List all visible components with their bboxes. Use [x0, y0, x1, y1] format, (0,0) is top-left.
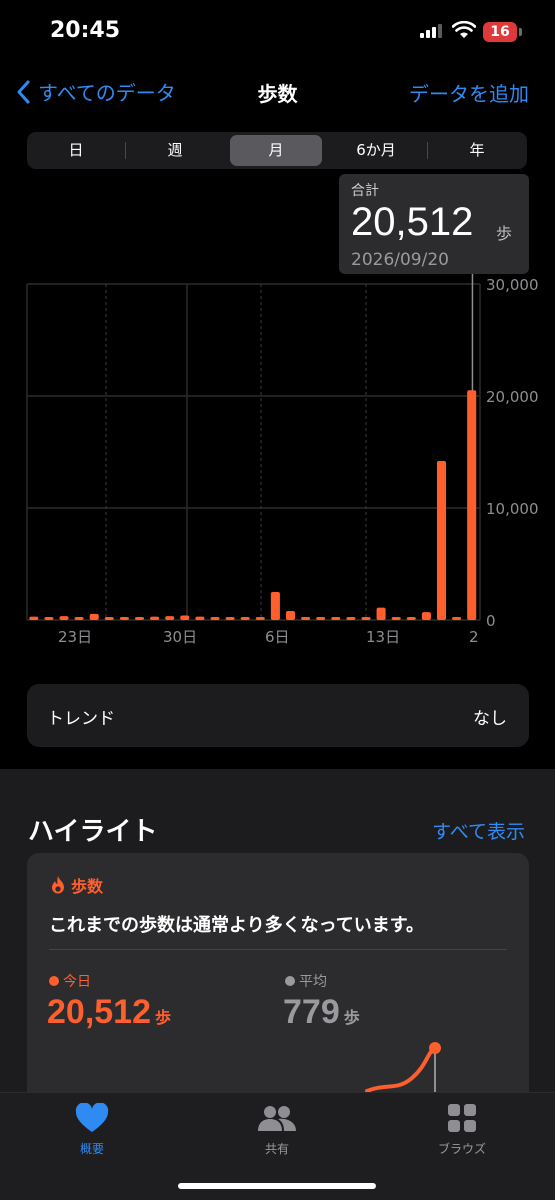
today-value: 20,512: [47, 993, 151, 1031]
chart-bar: [316, 617, 326, 620]
highlights-title: ハイライト: [28, 817, 158, 847]
chart-bar: [301, 617, 311, 620]
chart-bar: [195, 616, 205, 620]
chart-bar: [29, 616, 39, 620]
x-tick-label: 2: [469, 628, 479, 646]
chart-bar: [44, 617, 54, 620]
chart-bar: [74, 617, 84, 620]
navigation-bar: すべてのデータ 歩数 データを追加: [0, 64, 555, 118]
average-label: 平均: [299, 974, 327, 990]
tab-browse-label: ブラウズ: [437, 1142, 486, 1156]
grid-icon: [448, 1104, 476, 1132]
chart-bar: [119, 617, 129, 620]
battery-icon: 16: [483, 22, 517, 42]
highlight-message: これまでの歩数は通常より多くなっています。: [49, 915, 424, 936]
wifi-icon: [452, 21, 476, 38]
segment-year[interactable]: 年: [427, 132, 527, 169]
trend-label: トレンド: [47, 709, 115, 729]
x-tick-label: 23日: [58, 628, 92, 646]
chart-bar: [467, 390, 477, 620]
tooltip-date: 2026/09/20: [351, 250, 449, 270]
average-legend: 平均: [285, 971, 327, 991]
steps-chart[interactable]: 30,000 20,000 10,000 0 23日 30日 6日 13日 2: [0, 270, 555, 660]
tooltip-label: 合計: [351, 183, 379, 199]
segment-month[interactable]: 月: [230, 132, 322, 169]
tab-sharing[interactable]: 共有: [217, 1103, 337, 1157]
chart-bar: [406, 617, 416, 620]
status-time: 20:45: [50, 18, 121, 43]
tooltip-value: 20,512: [351, 200, 474, 244]
chart-bar: [59, 616, 69, 620]
chart-bar: [331, 617, 341, 620]
tab-browse[interactable]: ブラウズ: [402, 1103, 522, 1157]
card-divider: [49, 949, 507, 950]
x-tick-label: 30日: [163, 628, 197, 646]
chart-bar: [391, 617, 401, 620]
cellular-signal-icon: [420, 24, 442, 38]
chart-bar: [346, 617, 356, 620]
flame-icon: [52, 876, 64, 894]
chart-bar: [89, 613, 99, 620]
chart-bar: [270, 592, 280, 620]
segment-week[interactable]: 週: [125, 132, 225, 169]
tab-sharing-label: 共有: [264, 1142, 289, 1156]
battery-cap: [519, 28, 522, 36]
chart-bar: [240, 617, 250, 620]
chart-bar: [452, 617, 462, 620]
chart-bar: [255, 617, 265, 620]
chart-bar: [436, 460, 447, 620]
home-indicator: [178, 1183, 376, 1189]
today-label: 今日: [63, 974, 91, 990]
today-value-group: 20,512 歩: [47, 993, 171, 1032]
chart-bar: [285, 611, 296, 620]
chart-bar: [210, 617, 220, 620]
y-tick-label: 30,000: [486, 276, 539, 294]
show-all-link[interactable]: すべて表示: [432, 817, 525, 844]
segment-6months[interactable]: 6か月: [327, 132, 425, 169]
selection-tooltip: 合計 20,512 歩 2026/09/20: [339, 174, 529, 274]
chart-bar: [180, 615, 190, 620]
highlight-card[interactable]: 歩数 これまでの歩数は通常より多くなっています。 今日 20,512 歩 平均 7…: [27, 853, 529, 1113]
heart-icon: [75, 1102, 109, 1132]
segment-day[interactable]: 日: [27, 132, 125, 169]
average-value: 779: [283, 993, 340, 1031]
people-icon: [258, 1106, 296, 1131]
trend-row[interactable]: トレンド なし: [27, 684, 529, 747]
x-tick-label: 13日: [366, 628, 400, 646]
today-dot: [49, 976, 59, 986]
chart-bar: [104, 617, 114, 620]
chart-bar: [134, 617, 145, 620]
tooltip-unit: 歩: [496, 224, 513, 243]
chart-bar: [421, 612, 431, 620]
chart-bar: [376, 607, 386, 620]
highlight-category: 歩数: [49, 873, 103, 897]
period-segmented-control: 日 週 月 6か月 年: [27, 132, 527, 169]
status-bar: 20:45 16: [0, 0, 555, 64]
y-tick-label: 20,000: [486, 388, 539, 406]
tab-summary[interactable]: 概要: [32, 1102, 152, 1157]
average-dot: [285, 976, 295, 986]
chart-bar: [150, 616, 160, 620]
average-value-group: 779 歩: [283, 993, 360, 1032]
y-tick-label: 10,000: [486, 500, 539, 518]
x-tick-label: 6日: [265, 628, 290, 646]
y-tick-label: 0: [486, 612, 496, 630]
tab-summary-label: 概要: [79, 1142, 104, 1156]
chart-bar: [361, 617, 371, 620]
add-data-button[interactable]: データを追加: [409, 78, 529, 107]
trend-value: なし: [473, 709, 507, 729]
average-unit: 歩: [343, 1010, 360, 1027]
chart-bar: [165, 616, 175, 620]
chart-bar: [225, 617, 235, 620]
today-legend: 今日: [49, 971, 91, 991]
today-unit: 歩: [155, 1010, 172, 1027]
highlight-category-label: 歩数: [71, 877, 104, 896]
